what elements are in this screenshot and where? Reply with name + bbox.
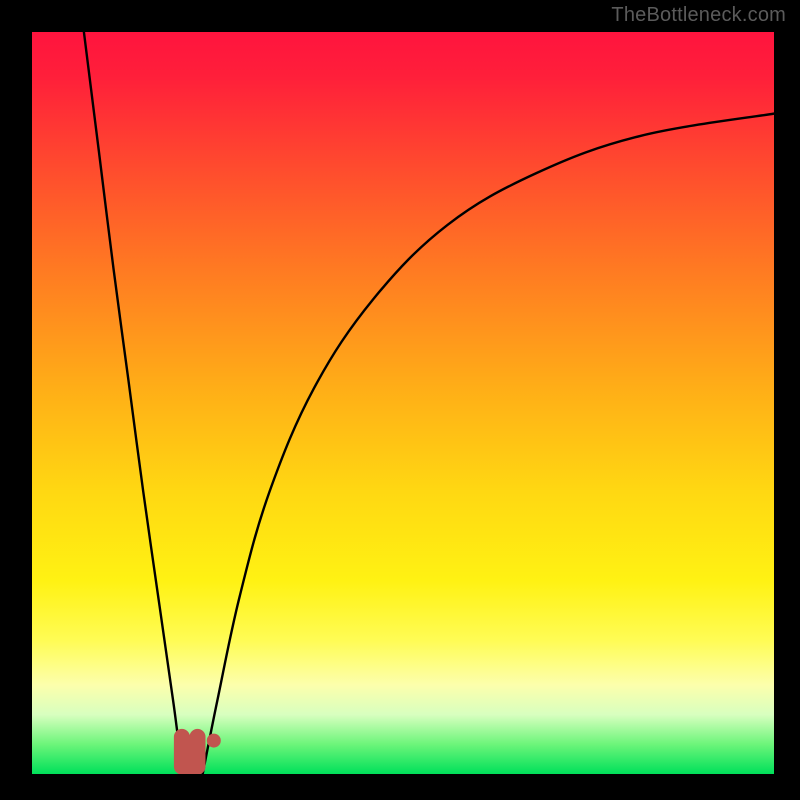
- left-curve: [84, 32, 188, 774]
- watermark-text: TheBottleneck.com: [611, 4, 786, 27]
- right-curve: [203, 114, 774, 774]
- bottleneck-marker: [182, 737, 198, 767]
- curves-layer: [32, 32, 774, 774]
- bottleneck-marker-dot: [207, 734, 221, 748]
- chart-frame: TheBottleneck.com: [0, 0, 800, 800]
- plot-area: [32, 32, 774, 774]
